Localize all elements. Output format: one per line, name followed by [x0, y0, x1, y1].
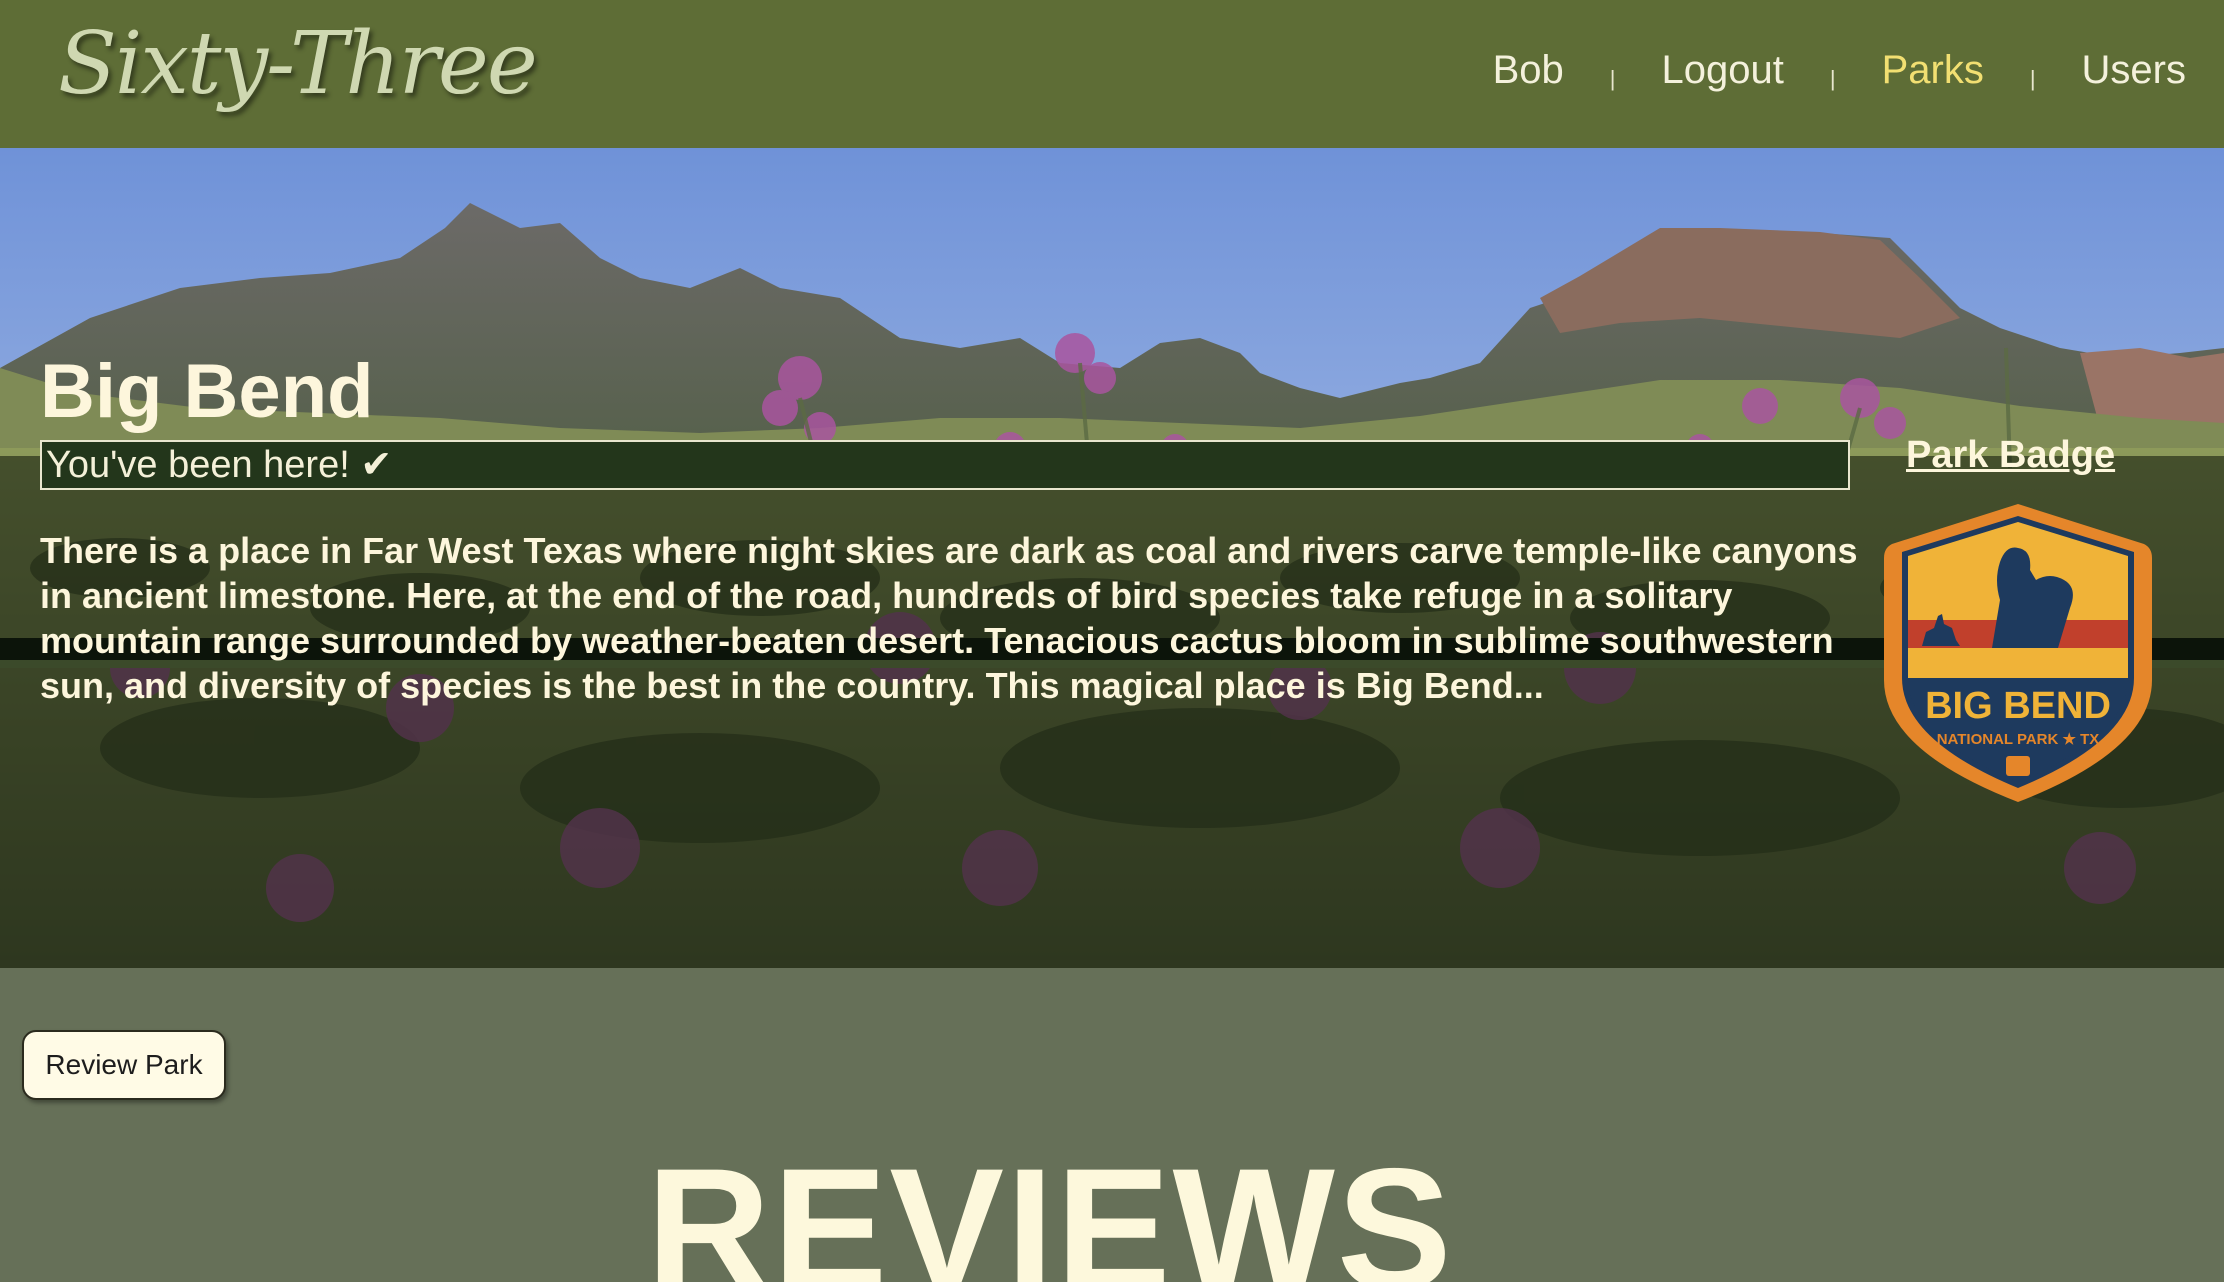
visited-status: You've been here! ✔ — [40, 440, 1850, 490]
nav-item-parks[interactable]: Parks — [1882, 48, 1984, 93]
nav-separator: | — [1609, 65, 1616, 91]
nav-separator: | — [1829, 65, 1836, 91]
site-logo[interactable]: Sixty-Three — [58, 14, 538, 114]
park-description: There is a place in Far West Texas where… — [40, 530, 1858, 706]
reviews-heading: REVIEWS — [646, 1133, 1454, 1282]
badge-title: BIG BEND — [1925, 685, 2111, 727]
park-badge-link[interactable]: Park Badge — [1906, 434, 2115, 477]
nav-item-users[interactable]: Users — [2082, 48, 2186, 93]
park-title: Big Bend — [40, 349, 374, 434]
nav-links: Bob | Logout | Parks | Users — [1493, 48, 2186, 93]
navbar: Sixty-Three Bob | Logout | Parks | Users — [0, 0, 2224, 148]
nav-separator: | — [2029, 65, 2036, 91]
badge-subtitle: NATIONAL PARK ★ TX — [1937, 731, 2100, 748]
review-park-button[interactable]: Review Park — [22, 1030, 226, 1100]
nav-item-user[interactable]: Bob — [1493, 48, 1564, 93]
nav-item-logout[interactable]: Logout — [1662, 48, 1784, 93]
park-badge-image: BIG BEND NATIONAL PARK ★ TX — [1884, 504, 2152, 802]
